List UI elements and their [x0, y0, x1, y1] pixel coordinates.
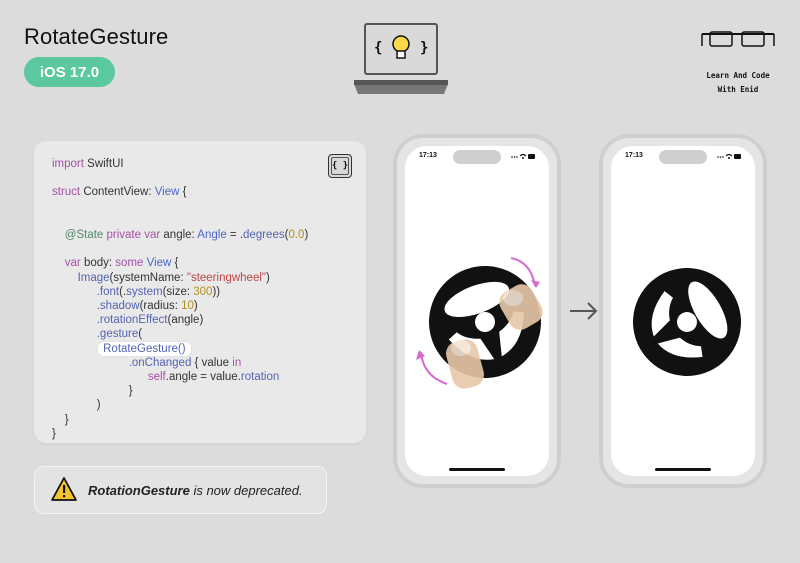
deprecation-message: is now deprecated. — [189, 483, 303, 498]
code-token: ) — [265, 271, 270, 284]
brand-logo: Learn And Code With Enid — [700, 26, 776, 97]
code-token: Angle — [197, 229, 227, 242]
code-token: { value — [191, 356, 233, 369]
deprecated-api-name: RotationGesture — [88, 483, 190, 498]
code-token: angle: — [160, 229, 198, 242]
code-token: .font — [96, 285, 120, 298]
phone-screen: 17:13 — [611, 146, 755, 476]
code-token: .rotationEffect — [96, 314, 168, 327]
code-token: in — [232, 356, 242, 369]
code-token: var — [64, 257, 81, 270]
code-token: } — [64, 413, 69, 426]
highlighted-api: RotateGesture() — [98, 341, 191, 356]
code-token: import — [52, 158, 84, 170]
glasses-icon — [701, 31, 775, 47]
code-token: = . — [226, 229, 244, 242]
code-token: RotateGesture — [103, 342, 178, 355]
code-token: )) — [212, 285, 221, 298]
svg-text:}: } — [420, 40, 428, 56]
code-token: private var — [103, 229, 161, 242]
code-token: } — [128, 385, 133, 398]
code-token: system — [126, 285, 163, 298]
code-token: 0.0 — [288, 229, 305, 242]
code-token: ) — [304, 229, 309, 242]
code-token: { — [171, 257, 179, 270]
code-token: ContentView: — [80, 186, 155, 199]
code-token: .shadow — [96, 300, 140, 313]
code-block: import SwiftUI struct ContentView: View … — [52, 157, 308, 441]
code-token: (size: — [162, 285, 194, 298]
phone-after: 17:13 — [599, 134, 767, 488]
code-token: @State — [64, 229, 104, 242]
code-token: () — [177, 342, 186, 355]
code-token: { — [179, 186, 187, 199]
code-token: rotation — [240, 371, 280, 384]
steering-wheel-rotating-icon — [416, 257, 543, 389]
code-token: "steeringwheel" — [186, 271, 266, 284]
code-token: (systemName: — [109, 271, 187, 284]
code-token: .gesture — [96, 328, 139, 341]
code-toggle-button[interactable]: { } — [328, 154, 352, 178]
phone-screen: 17:13 — [405, 146, 549, 476]
brand-line-2: With Enid — [717, 85, 759, 94]
home-indicator — [655, 468, 711, 471]
code-token: self — [147, 371, 166, 384]
code-token: .onChanged — [128, 356, 192, 369]
arrow-right-icon — [570, 302, 598, 320]
phone-before: 17:13 — [393, 134, 561, 488]
code-token: SwiftUI — [83, 158, 124, 170]
home-indicator — [449, 468, 505, 471]
code-token: .angle = value. — [165, 371, 241, 384]
code-token: (radius: — [139, 300, 182, 313]
laptop-lightbulb-icon: { } — [354, 23, 448, 94]
code-token: 300 — [193, 285, 213, 298]
page-title: RotateGesture — [24, 24, 169, 49]
version-badge: iOS 17.0 — [24, 57, 115, 87]
code-token: 10 — [181, 300, 194, 313]
code-token: View — [143, 257, 172, 270]
code-token: struct — [52, 186, 81, 199]
code-token: ) — [193, 300, 198, 313]
code-token: body: — [80, 257, 116, 270]
code-token: some — [115, 257, 144, 270]
code-token: Image — [77, 271, 110, 284]
code-token: } — [52, 427, 56, 440]
code-token: ( — [138, 328, 143, 341]
steering-wheel-rotated-icon — [633, 268, 741, 376]
code-token: ) — [96, 399, 101, 412]
code-token: View — [154, 186, 180, 199]
deprecation-text: RotationGesture is now deprecated. — [88, 483, 303, 498]
brand-line-1: Learn And Code — [706, 71, 770, 80]
warning-icon — [51, 477, 77, 501]
code-token: (angle) — [167, 314, 204, 327]
svg-text:{: { — [374, 40, 382, 56]
code-token: degrees — [243, 229, 285, 242]
